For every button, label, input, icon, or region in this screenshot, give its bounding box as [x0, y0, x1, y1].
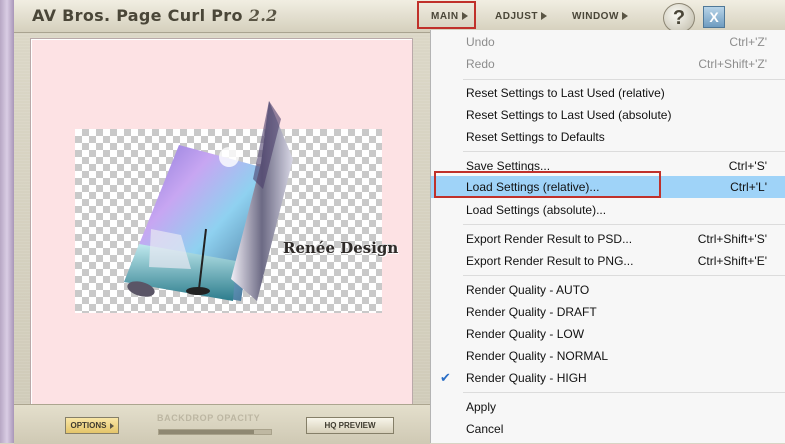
menu-item-label: Undo: [466, 35, 495, 49]
renee-design-watermark: Renée Design: [283, 239, 398, 257]
menu-item-label: Render Quality - AUTO: [466, 283, 590, 297]
menu-item-apply[interactable]: Apply: [431, 396, 785, 418]
menu-item-label: Apply: [466, 400, 497, 414]
menu-separator: [463, 275, 785, 276]
menu-separator: [463, 392, 785, 393]
menu-item-shortcut: Ctrl+Shift+'S': [697, 232, 767, 246]
menu-window[interactable]: WINDOW: [572, 7, 628, 25]
menu-adjust-label: ADJUST: [495, 10, 539, 22]
backdrop-opacity-slider[interactable]: [158, 429, 272, 435]
menu-item-shortcut: Ctrl+'L': [730, 180, 767, 194]
menu-item-reset-defaults[interactable]: Reset Settings to Defaults: [431, 126, 785, 148]
menu-item-label: Reset Settings to Defaults: [466, 130, 605, 144]
menu-item-label: Export Render Result to PSD...: [466, 232, 633, 246]
menu-item-shortcut: Ctrl+'S': [728, 159, 767, 173]
page-curl-preview-image: [124, 101, 293, 301]
chevron-right-icon: [109, 422, 114, 429]
menu-item-quality-auto[interactable]: Render Quality - AUTO: [431, 279, 785, 301]
options-label: OPTIONS: [70, 421, 107, 430]
chevron-right-icon: [541, 12, 548, 20]
menu-window-label: WINDOW: [572, 10, 619, 22]
hq-preview-button[interactable]: HQ PREVIEW: [306, 417, 394, 434]
menu-item-shortcut: Ctrl+Shift+'E': [697, 254, 767, 268]
host-background-strip: [0, 0, 14, 443]
menu-item-label: Load Settings (absolute)...: [466, 203, 607, 217]
menu-item-quality-normal[interactable]: Render Quality - NORMAL: [431, 345, 785, 367]
checkmark-icon: ✔: [440, 370, 451, 385]
help-button[interactable]: ?: [663, 3, 695, 33]
menu-item-redo[interactable]: Redo Ctrl+Shift+'Z': [431, 53, 785, 75]
load-settings-highlight-box: [434, 171, 661, 198]
preview-canvas[interactable]: Renée Design: [30, 38, 413, 406]
menu-separator: [463, 224, 785, 225]
menu-item-load-absolute[interactable]: Load Settings (absolute)...: [431, 199, 785, 221]
menu-item-label: Render Quality - DRAFT: [466, 305, 597, 319]
menu-item-label: Cancel: [466, 422, 504, 436]
chevron-right-icon: [621, 12, 628, 20]
menu-adjust[interactable]: ADJUST: [495, 7, 548, 25]
menu-item-undo[interactable]: Undo Ctrl+'Z': [431, 31, 785, 53]
menu-item-export-png[interactable]: Export Render Result to PNG... Ctrl+Shif…: [431, 250, 785, 272]
backdrop-opacity-fill: [159, 430, 255, 434]
close-button[interactable]: X: [703, 6, 725, 28]
main-dropdown-menu: Undo Ctrl+'Z' Redo Ctrl+Shift+'Z' Reset …: [430, 30, 785, 443]
backdrop-opacity-label: BACKDROP OPACITY: [157, 413, 261, 423]
menu-item-reset-last-relative[interactable]: Reset Settings to Last Used (relative): [431, 82, 785, 104]
app-title: AV Bros. Page Curl Pro 2.2: [32, 6, 278, 25]
menu-item-label: Render Quality - LOW: [466, 327, 585, 341]
watermark-text: Renée Design: [283, 239, 399, 257]
menu-item-label: Render Quality - HIGH: [466, 371, 587, 385]
main-menu-highlight-box: [417, 1, 476, 29]
menu-item-label: Reset Settings to Last Used (relative): [466, 86, 665, 100]
menu-separator: [463, 79, 785, 80]
menu-item-quality-high[interactable]: ✔ Render Quality - HIGH: [431, 367, 785, 389]
bottom-control-bar: OPTIONS BACKDROP OPACITY HQ PREVIEW: [14, 404, 430, 444]
menu-item-shortcut: Ctrl+Shift+'Z': [698, 57, 767, 71]
menu-item-label: Reset Settings to Last Used (absolute): [466, 108, 672, 122]
app-version: 2.2: [248, 6, 278, 25]
menu-item-quality-low[interactable]: Render Quality - LOW: [431, 323, 785, 345]
menu-separator: [463, 151, 785, 152]
plugin-window: AV Bros. Page Curl Pro 2.2 MAIN ADJUST WI…: [0, 0, 785, 444]
menu-item-label: Render Quality - NORMAL: [466, 349, 609, 363]
menu-item-label: Export Render Result to PNG...: [466, 254, 634, 268]
menu-item-shortcut: Ctrl+'Z': [729, 35, 767, 49]
app-title-text: AV Bros. Page Curl Pro: [32, 6, 243, 25]
menu-item-quality-draft[interactable]: Render Quality - DRAFT: [431, 301, 785, 323]
menu-item-reset-last-absolute[interactable]: Reset Settings to Last Used (absolute): [431, 104, 785, 126]
hq-preview-label: HQ PREVIEW: [324, 421, 376, 430]
menu-item-cancel[interactable]: Cancel: [431, 418, 785, 440]
menu-item-label: Redo: [466, 57, 495, 71]
options-button[interactable]: OPTIONS: [65, 417, 119, 434]
menu-item-export-psd[interactable]: Export Render Result to PSD... Ctrl+Shif…: [431, 228, 785, 250]
